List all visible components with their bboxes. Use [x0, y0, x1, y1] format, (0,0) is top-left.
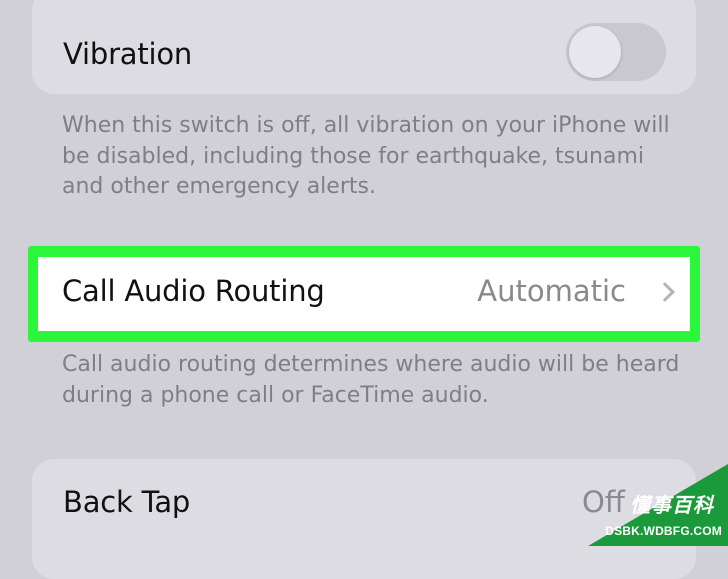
back-tap-label: Back Tap: [63, 485, 191, 519]
vibration-row: Vibration: [32, 0, 696, 94]
call-audio-routing-row[interactable]: Call Audio Routing Automatic: [38, 257, 690, 331]
vibration-toggle[interactable]: [566, 23, 666, 81]
highlight-box: Call Audio Routing Automatic: [28, 246, 700, 342]
call-audio-routing-value: Automatic: [477, 274, 626, 308]
watermark-logo: 懂事百科 DSBK.WDBFG.COM: [588, 464, 728, 546]
toggle-knob: [569, 26, 621, 78]
call-audio-routing-footnote: Call audio routing determines where audi…: [62, 352, 680, 408]
watermark-text-en: DSBK.WDBFG.COM: [605, 524, 722, 538]
call-audio-routing-label: Call Audio Routing: [62, 274, 325, 308]
vibration-footnote: When this switch is off, all vibration o…: [62, 113, 670, 199]
chevron-right-icon: [655, 282, 675, 302]
vibration-label: Vibration: [63, 37, 193, 71]
watermark-text-cn: 懂事百科: [630, 493, 714, 517]
